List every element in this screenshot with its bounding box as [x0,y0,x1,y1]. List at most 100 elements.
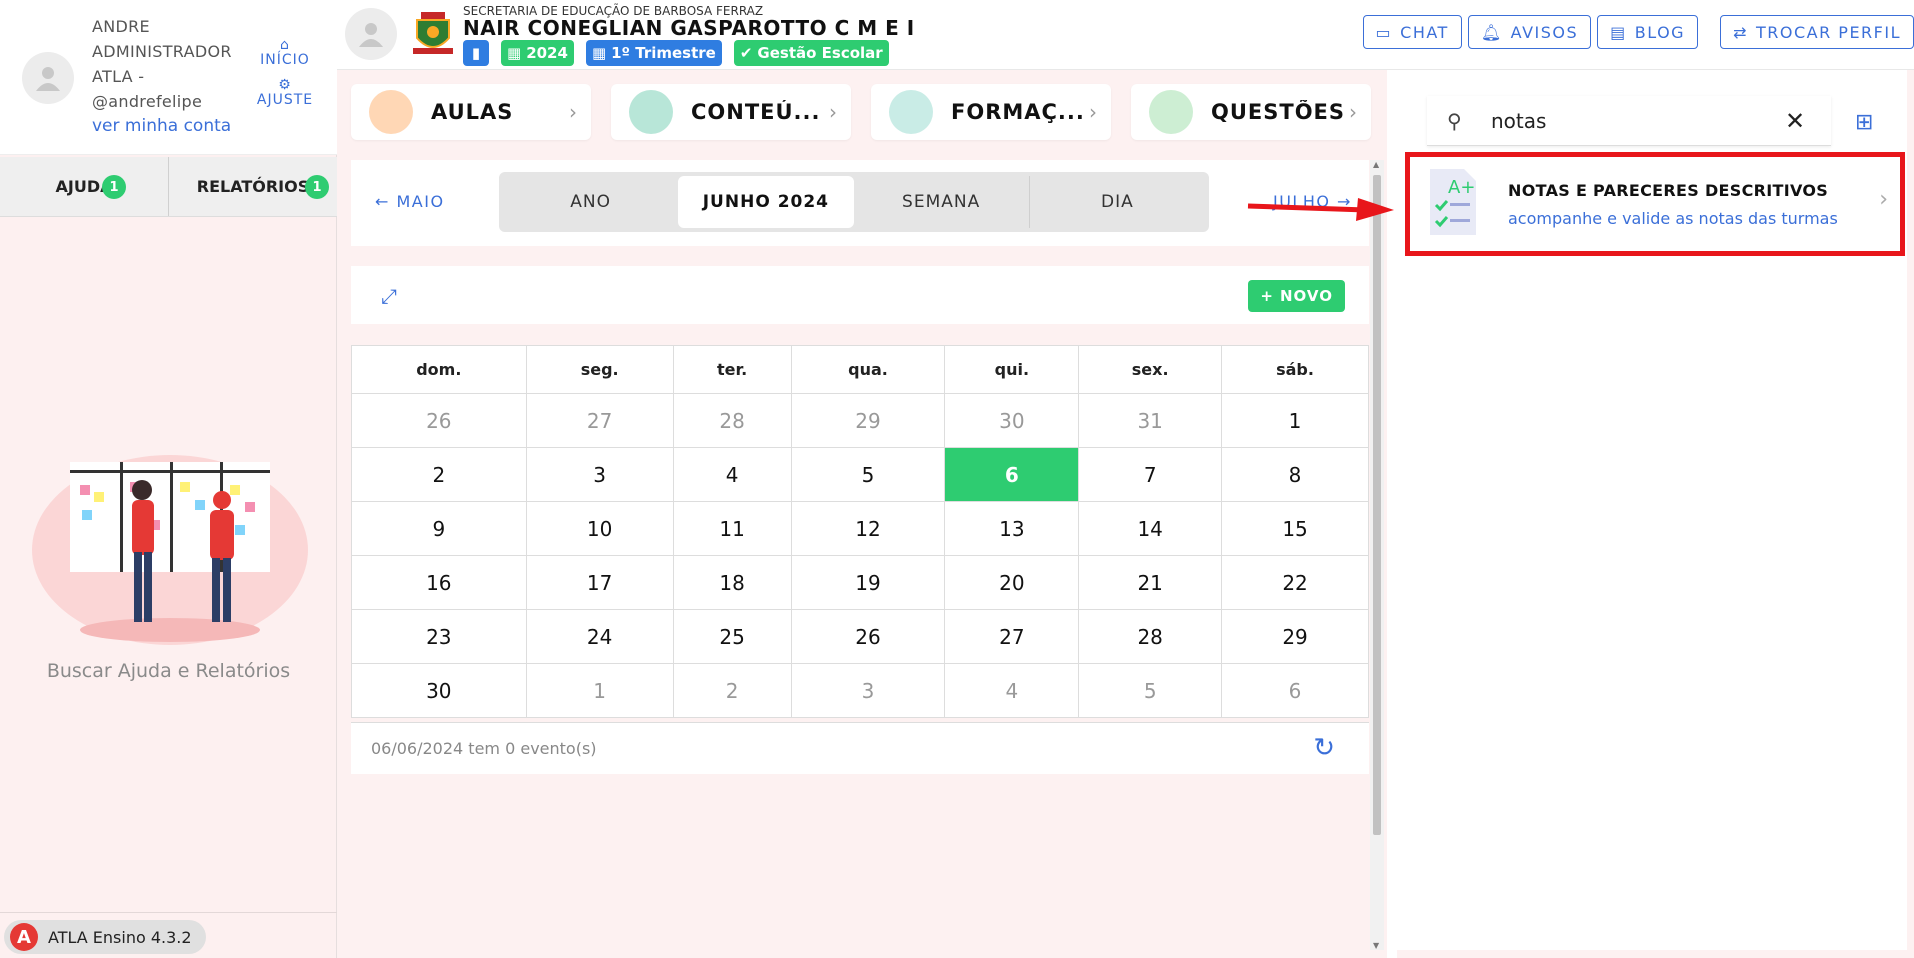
calendar-day[interactable]: 30 [944,393,1080,448]
new-event-label: NOVO [1280,287,1333,305]
calendar-day[interactable]: 6 [944,447,1080,502]
calendar-day[interactable]: 3 [525,447,674,502]
conteudos-icon [629,90,673,134]
calendar-day[interactable]: 19 [790,555,946,610]
expand-icon[interactable]: ⤢ [381,284,397,308]
calendar-day[interactable]: 2 [672,663,792,718]
calendar-day[interactable]: 31 [1078,393,1223,448]
relatorios-badge: 1 [305,175,329,199]
calendar-day[interactable]: 27 [525,393,674,448]
calendar-day[interactable]: 7 [1078,447,1223,502]
avisos-button[interactable]: 🔔︎ AVISOS [1467,15,1592,49]
calendar-day[interactable]: 16 [351,555,527,610]
calendar-day[interactable]: 1 [525,663,674,718]
refresh-icon[interactable]: ↻ [1313,733,1335,763]
calendar-day[interactable]: 28 [1078,609,1223,664]
calendar-day[interactable]: 29 [1221,609,1369,664]
calendar-day[interactable]: 5 [1078,663,1223,718]
trocar-perfil-button[interactable]: ⇄ TROCAR PERFIL [1720,15,1914,49]
calendar-day[interactable]: 24 [525,609,674,664]
year-chip-label: 2024 [526,44,568,62]
search-result-notas[interactable]: A+ NOTAS E PARECERES DESCRITIVOS acompan… [1405,152,1905,256]
calendar-day[interactable]: 3 [790,663,946,718]
calendar-day[interactable]: 22 [1221,555,1369,610]
calendar-day[interactable]: 14 [1078,501,1223,556]
search-input[interactable] [1491,108,1781,133]
scroll-thumb[interactable] [1373,175,1381,835]
ajuda-badge: 1 [102,175,126,199]
user-avatar[interactable] [22,52,74,104]
chevron-right-icon: › [1879,187,1888,212]
school-name: NAIR CONEGLIAN GASPAROTTO C M E I [463,16,915,40]
term-chip[interactable]: ▦ 1º Trimestre [585,40,722,66]
mode-chip[interactable]: ✔ Gestão Escolar [733,40,889,66]
calendar-day[interactable]: 8 [1221,447,1369,502]
calendar-week-row: 23 24 25 26 27 28 29 [351,609,1369,664]
calendar-day[interactable]: 2 [351,447,527,502]
chat-button[interactable]: ▭ CHAT [1362,15,1462,49]
calendar-day[interactable]: 10 [525,501,674,556]
calendar-day[interactable]: 27 [944,609,1080,664]
calendar-day[interactable]: 11 [672,501,792,556]
nav-settings[interactable]: ⚙ AJUSTE [250,78,320,108]
scroll-down-icon[interactable]: ▼ [1373,941,1379,950]
calendar-day[interactable]: 17 [525,555,674,610]
calendar-footer: 06/06/2024 tem 0 evento(s) ↻ [351,722,1369,774]
scroll-up-icon[interactable]: ▲ [1373,160,1379,169]
calendar-day[interactable]: 13 [944,501,1080,556]
section-tabs: AULAS › CONTEÚ... › FORMAÇ... › QUESTÕES… [351,84,1371,140]
calendar-week-row: 30 1 2 3 4 5 6 [351,663,1369,718]
account-link[interactable]: ver minha conta [92,116,231,136]
stats-chip[interactable]: ▮ [463,40,489,66]
calendar-day[interactable]: 15 [1221,501,1369,556]
view-ano[interactable]: ANO [503,176,678,228]
search-box: ⚲ ✕ [1427,96,1831,146]
calendar-week-row: 26 27 28 29 30 31 1 [351,393,1369,448]
calendar-day[interactable]: 26 [351,393,527,448]
calendar-day[interactable]: 4 [672,447,792,502]
calendar-day[interactable]: 1 [1221,393,1369,448]
grid-view-icon[interactable]: ⊞ [1855,110,1873,135]
view-dia[interactable]: DIA [1028,176,1205,228]
app-root: ANDRE ADMINISTRADOR ATLA - @andrefelipe … [0,0,1914,958]
calendar-day[interactable]: 20 [944,555,1080,610]
chat-button-label: CHAT [1400,22,1449,42]
calendar-body: 26 27 28 29 30 31 1 2 3 4 5 6 7 8 9 10 11 12 13 14 15 16 17 18 1… [351,393,1369,718]
view-month[interactable]: JUNHO 2024 [678,176,854,228]
calendar-week-row: 2345678 [351,447,1369,502]
tab-questoes[interactable]: QUESTÕES › [1131,84,1371,140]
calendar-day[interactable]: 30 [351,663,527,718]
new-event-button[interactable]: + NOVO [1248,280,1345,312]
tab-conteudos[interactable]: CONTEÚ... › [611,84,851,140]
calendar-day[interactable]: 25 [672,609,792,664]
calendar-day[interactable]: 6 [1221,663,1369,718]
tab-aulas[interactable]: AULAS › [351,84,591,140]
calendar-day[interactable]: 12 [790,501,946,556]
view-semana[interactable]: SEMANA [854,176,1029,228]
calendar-day[interactable]: 5 [790,447,946,502]
tab-relatorios[interactable]: RELATÓRIOS 1 [168,157,337,216]
check-circle-icon: ✔ [739,44,753,62]
tab-ajuda[interactable]: AJUDA 1 [0,157,168,216]
prev-month-button[interactable]: ← MAIO [375,192,445,211]
calendar-day[interactable]: 9 [351,501,527,556]
main-scrollbar[interactable]: ▲ ▼ [1370,160,1384,950]
calendar-day[interactable]: 21 [1078,555,1223,610]
nav-home[interactable]: ⌂ INÍCIO [250,38,320,68]
year-chip[interactable]: ▦ 2024 [501,40,574,66]
calendar-day[interactable]: 26 [790,609,946,664]
tab-formacao[interactable]: FORMAÇ... › [871,84,1111,140]
chat-icon: ▭ [1375,22,1393,42]
calendar-day[interactable]: 28 [672,393,792,448]
calendar-day[interactable]: 29 [790,393,946,448]
top-header: SECRETARIA DE EDUCAÇÃO DE BARBOSA FERRAZ… [337,0,1914,70]
tab-relatorios-label: RELATÓRIOS [196,177,310,196]
calendar-day[interactable]: 4 [944,663,1080,718]
help-tabs: AJUDA 1 RELATÓRIOS 1 [0,157,337,217]
header-avatar[interactable] [345,8,397,60]
calendar-day[interactable]: 18 [672,555,792,610]
blog-button[interactable]: ▤ BLOG [1597,15,1699,49]
calendar-day[interactable]: 23 [351,609,527,664]
clear-search-icon[interactable]: ✕ [1785,107,1805,135]
version-badge: A ATLA Ensino 4.3.2 [4,920,206,954]
